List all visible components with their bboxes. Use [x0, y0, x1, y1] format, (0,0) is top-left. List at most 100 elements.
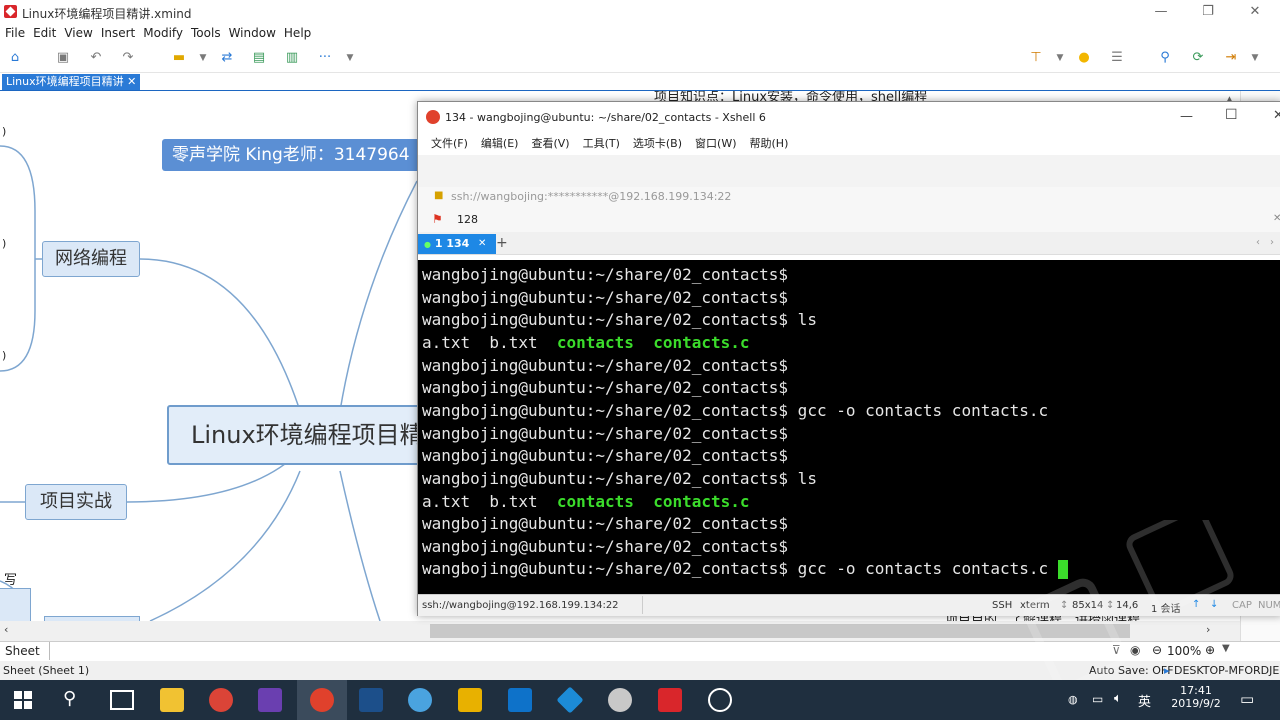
central-topic[interactable]: Linux环境编程项目精讲	[167, 405, 453, 465]
xmind-taskbar-icon[interactable]	[658, 688, 682, 712]
download-arrow-icon[interactable]: ↓	[1210, 599, 1218, 610]
vscode-icon[interactable]	[508, 688, 532, 712]
topic-project-practice[interactable]: 项目实战	[25, 484, 127, 520]
xshell-taskbar-icon[interactable]	[310, 688, 334, 712]
zoom-dropdown-icon[interactable]: ▼	[1222, 643, 1230, 654]
volume-icon[interactable]: 🔈︎	[1114, 691, 1122, 706]
xshell-minimize-icon[interactable]: —	[1180, 109, 1193, 124]
menu-insert[interactable]: Insert	[101, 24, 135, 42]
ime-indicator[interactable]: 英	[1138, 691, 1151, 710]
xs-menu-edit[interactable]: 编辑(E)	[481, 133, 519, 155]
tab-mindmap[interactable]: Linux环境编程项目精讲 ✕	[2, 74, 141, 90]
xs-menu-file[interactable]: 文件(F)	[431, 133, 468, 155]
xshell-maximize-icon[interactable]: ☐	[1225, 107, 1238, 123]
lock-icon: ■	[434, 190, 444, 201]
app-taskbar-icon[interactable]	[359, 688, 383, 712]
tab-scroll-right-icon[interactable]: ›	[1270, 237, 1274, 248]
xshell-tab-134[interactable]: ● 1 134 ✕	[418, 234, 496, 254]
new-tab-icon[interactable]: +	[496, 235, 508, 251]
tab-close-icon[interactable]: ✕	[127, 75, 136, 88]
session-close-icon[interactable]: ✕	[1273, 213, 1280, 224]
resize-icon: ↕	[1060, 600, 1069, 611]
sheet-tab[interactable]: Sheet 1	[2, 642, 50, 676]
summary-icon[interactable]: ▥	[283, 49, 301, 67]
scroll-left-icon[interactable]: ‹	[4, 623, 8, 636]
paint-icon[interactable]	[608, 688, 632, 712]
xshell-statusbar: ssh://wangbojing@192.168.199.134:22 SSH …	[418, 594, 1280, 616]
search-taskbar-icon[interactable]: ⚲	[63, 688, 76, 709]
notification-icon[interactable]: ▭	[1240, 690, 1254, 708]
xs-menu-tools[interactable]: 工具(T)	[583, 133, 620, 155]
zoom-in-icon[interactable]: ⊕	[1205, 643, 1215, 657]
maximize-icon[interactable]: ❐	[1199, 3, 1217, 21]
scroll-right-icon[interactable]: ›	[1206, 623, 1210, 636]
flag-icon[interactable]: ⚑	[432, 212, 443, 226]
scroll-thumb[interactable]	[430, 624, 1130, 638]
undo-icon[interactable]: ↶	[87, 49, 105, 67]
notes-taskbar-icon[interactable]	[458, 688, 482, 712]
idea-bulb-icon[interactable]: ●	[1075, 49, 1093, 67]
zoom-out-icon[interactable]: ⊖	[1152, 643, 1162, 657]
xshell-address-bar[interactable]: ■ ssh://wangbojing:***********@192.168.1…	[418, 187, 1280, 207]
terminal-prompt: wangbojing@ubuntu:~/share/02_contacts$	[422, 423, 789, 443]
clock[interactable]: 17:41 2019/9/2	[1168, 684, 1224, 710]
xshell-close-icon[interactable]: ✕	[1273, 108, 1280, 123]
xs-menu-help[interactable]: 帮助(H)	[750, 133, 789, 155]
network-icon[interactable]: ▭	[1092, 692, 1103, 706]
menu-view[interactable]: View	[64, 24, 92, 42]
layout-icon[interactable]: ⊤	[1027, 49, 1045, 67]
terminal-output[interactable]: wangbojing@ubuntu:~/share/02_contacts$wa…	[418, 260, 1280, 594]
upload-arrow-icon[interactable]: ↑	[1192, 599, 1200, 610]
menu-file[interactable]: File	[5, 24, 25, 42]
menu-tools[interactable]: Tools	[191, 24, 221, 42]
share-icon[interactable]: ⟳	[1189, 49, 1207, 67]
more-dropdown-icon[interactable]: ▼	[341, 49, 359, 67]
topic-network-programming[interactable]: 网络编程	[42, 241, 140, 277]
start-windows-icon[interactable]	[14, 691, 32, 709]
menu-help[interactable]: Help	[284, 24, 311, 42]
menu-modify[interactable]: Modify	[143, 24, 183, 42]
search-icon[interactable]: ⚲	[1156, 49, 1174, 67]
callout-topic[interactable]: 零声学院 King老师：3147964	[162, 139, 432, 171]
chrome-icon[interactable]	[209, 688, 233, 712]
xs-menu-window[interactable]: 窗口(W)	[695, 133, 736, 155]
export-dropdown-icon[interactable]: ▼	[1246, 49, 1264, 67]
menu-edit[interactable]: Edit	[33, 24, 56, 42]
browser-taskbar-icon[interactable]	[408, 688, 432, 712]
tab-scroll-left-icon[interactable]: ‹	[1256, 237, 1260, 248]
xs-menu-tabs[interactable]: 选项卡(B)	[633, 133, 682, 155]
notes-icon[interactable]: ☰	[1108, 49, 1126, 67]
save-icon[interactable]: ▣	[54, 49, 72, 67]
horizontal-scrollbar[interactable]: ‹ ›	[0, 621, 1240, 641]
terminal-line: wangbojing@ubuntu:~/share/02_contacts$ l…	[422, 309, 817, 331]
xshell-taskbar-active[interactable]	[297, 680, 347, 720]
more-icon[interactable]: ···	[316, 49, 334, 67]
terminal-command: ls	[788, 468, 817, 488]
export-icon[interactable]: ⇥	[1222, 49, 1240, 67]
xshell-tab-close-icon[interactable]: ✕	[478, 234, 486, 254]
terminal-prompt: wangbojing@ubuntu:~/share/02_contacts$	[422, 355, 789, 375]
filter-icon[interactable]: ⊽	[1112, 643, 1121, 657]
redo-icon[interactable]: ↷	[119, 49, 137, 67]
obs-icon[interactable]	[708, 688, 732, 712]
diamond-app-icon[interactable]	[556, 686, 584, 714]
eye-icon[interactable]: ◉	[1130, 643, 1140, 657]
xs-menu-view[interactable]: 查看(V)	[531, 133, 569, 155]
relationship-icon[interactable]: ⇄	[218, 49, 236, 67]
address-text[interactable]: ssh://wangbojing:***********@192.168.199…	[451, 190, 731, 203]
minimize-icon[interactable]: —	[1152, 3, 1170, 21]
file-explorer-icon[interactable]	[160, 688, 184, 712]
cursor-icon: ↕	[1106, 600, 1115, 611]
left-fragment-paren: )	[2, 349, 7, 362]
home-icon[interactable]: ⌂	[6, 49, 24, 67]
task-view-icon[interactable]	[110, 690, 134, 710]
layout-dropdown-icon[interactable]: ▼	[1051, 49, 1069, 67]
boundary-icon[interactable]: ▤	[250, 49, 268, 67]
visual-studio-icon[interactable]	[258, 688, 282, 712]
dropdown-arrow-icon[interactable]: ▼	[194, 49, 212, 67]
topic-partial[interactable]	[0, 588, 31, 621]
close-icon[interactable]: ✕	[1246, 3, 1264, 21]
folder-icon[interactable]: ▬	[170, 49, 188, 67]
menu-window[interactable]: Window	[229, 24, 276, 42]
tray-app-icon[interactable]: ◍	[1068, 693, 1078, 706]
